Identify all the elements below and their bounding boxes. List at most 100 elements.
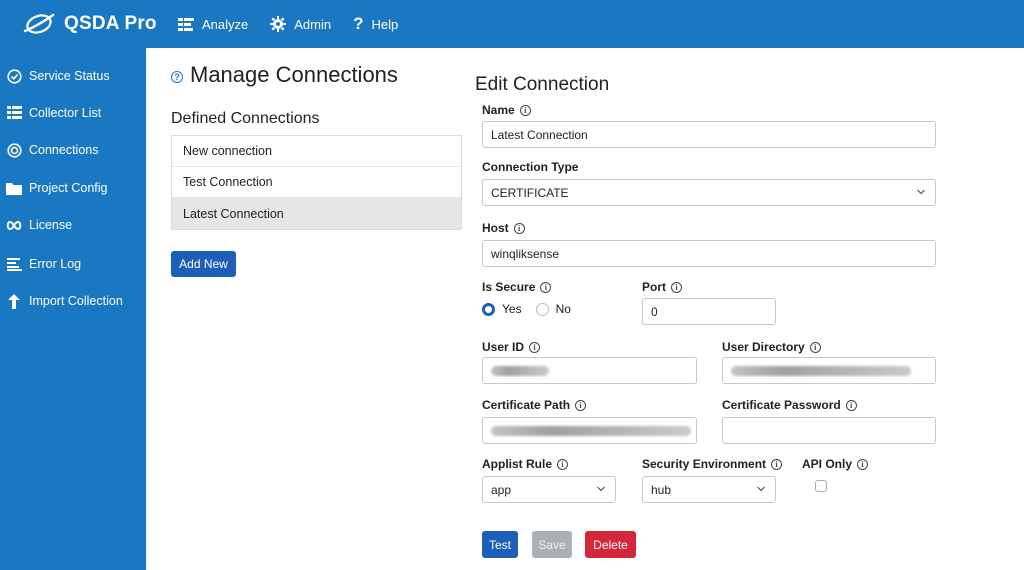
security-environment-label: Security Environment i	[642, 457, 783, 471]
user-directory-input[interactable]	[722, 357, 936, 384]
page-title-text: Manage Connections	[190, 62, 398, 87]
is-secure-label: Is Secure i	[482, 280, 552, 294]
connection-type-label: Connection Type	[482, 160, 578, 174]
save-button[interactable]: Save	[532, 531, 572, 558]
info-icon[interactable]: i	[845, 399, 857, 411]
is-secure-radio-group: Yes No	[482, 302, 585, 316]
info-icon[interactable]: i	[575, 399, 587, 411]
gear-icon	[270, 16, 287, 32]
connection-list: New connection Test Connection Latest Co…	[171, 135, 462, 230]
nav-help-label: Help	[371, 16, 399, 32]
secure-no-label[interactable]: No	[556, 302, 571, 316]
status-icon	[6, 68, 22, 84]
applist-rule-label: Applist Rule i	[482, 457, 569, 471]
info-icon[interactable]: i	[540, 281, 552, 293]
applist-rule-select[interactable]: app	[482, 476, 616, 503]
redacted-value	[731, 365, 911, 376]
arrow-up-icon	[6, 293, 22, 309]
list-icon	[6, 105, 22, 121]
help-icon[interactable]: ?	[171, 71, 183, 83]
info-icon[interactable]: i	[671, 281, 682, 293]
folder-icon	[6, 180, 22, 196]
api-only-checkbox[interactable]	[815, 480, 827, 492]
chevron-down-icon	[917, 189, 925, 195]
redacted-value	[491, 365, 549, 376]
user-directory-label-text: User Directory	[722, 340, 805, 354]
sidebar-item-label: Service Status	[29, 69, 110, 83]
security-environment-value: hub	[651, 482, 672, 497]
sidebar-item-collector-list[interactable]: Collector List	[6, 105, 101, 121]
certificate-path-label-text: Certificate Path	[482, 398, 571, 412]
info-icon[interactable]: i	[513, 222, 525, 234]
list-item-selected[interactable]: Latest Connection	[172, 198, 461, 229]
port-label: Port i	[642, 280, 682, 294]
is-secure-label-text: Is Secure	[482, 280, 536, 294]
sidebar-item-label: License	[29, 218, 73, 232]
port-label-text: Port	[642, 280, 666, 294]
list-item[interactable]: New connection	[172, 136, 461, 167]
name-label-text: Name	[482, 103, 515, 117]
sidebar-item-label: Collector List	[29, 106, 102, 120]
list-item[interactable]: Test Connection	[172, 167, 461, 198]
sidebar-item-license[interactable]: License	[6, 217, 72, 233]
certificate-password-label-text: Certificate Password	[722, 398, 841, 412]
connection-type-label-text: Connection Type	[482, 160, 579, 174]
nav-admin[interactable]: Admin	[270, 14, 331, 34]
host-label-text: Host	[482, 221, 509, 235]
nav-help[interactable]: ? Help	[353, 14, 398, 34]
secure-no-radio[interactable]	[535, 302, 549, 316]
applist-rule-label-text: Applist Rule	[482, 457, 553, 471]
info-icon[interactable]: i	[857, 458, 869, 470]
log-icon	[6, 256, 22, 272]
redacted-value	[491, 425, 691, 436]
test-button[interactable]: Test	[482, 531, 518, 558]
certificate-path-input[interactable]	[482, 417, 697, 444]
security-environment-select[interactable]: hub	[642, 476, 776, 503]
certificate-password-input[interactable]	[722, 417, 936, 444]
api-only-label-text: API Only	[802, 457, 853, 471]
sidebar-item-label: Project Config	[29, 181, 108, 195]
chevron-down-icon	[597, 486, 605, 492]
info-icon[interactable]: i	[519, 104, 531, 116]
nav-admin-label: Admin	[294, 16, 332, 32]
certificate-password-label: Certificate Password i	[722, 398, 857, 412]
sidebar-item-import-collection[interactable]: Import Collection	[6, 293, 123, 309]
sidebar-item-service-status[interactable]: Service Status	[6, 68, 110, 84]
nav-analyze-label: Analyze	[202, 16, 249, 32]
add-new-button[interactable]: Add New	[171, 251, 236, 277]
user-id-label: User ID i	[482, 340, 541, 354]
host-input[interactable]: winqliksense	[482, 240, 936, 267]
sidebar-item-label: Import Collection	[29, 294, 123, 308]
connection-type-select[interactable]: CERTIFICATE	[482, 179, 936, 206]
sidebar-item-error-log[interactable]: Error Log	[6, 256, 81, 272]
applist-rule-value: app	[491, 482, 512, 497]
secure-yes-label[interactable]: Yes	[502, 302, 522, 316]
secure-yes-radio[interactable]	[482, 302, 495, 316]
info-icon[interactable]: i	[529, 341, 541, 353]
host-label: Host i	[482, 221, 525, 235]
sidebar-item-project-config[interactable]: Project Config	[6, 180, 108, 196]
brand[interactable]: QSDA Pro	[22, 8, 157, 40]
connection-type-value: CERTIFICATE	[491, 185, 569, 200]
security-environment-label-text: Security Environment	[642, 457, 767, 471]
name-input[interactable]: Latest Connection	[482, 121, 936, 148]
analyze-icon	[178, 17, 194, 31]
sidebar: Service Status Collector List Connection…	[0, 48, 146, 570]
logo-icon	[23, 13, 55, 34]
info-icon[interactable]: i	[557, 458, 569, 470]
info-icon[interactable]: i	[809, 341, 821, 353]
nav-analyze[interactable]: Analyze	[178, 14, 248, 34]
user-id-label-text: User ID	[482, 340, 525, 354]
delete-button[interactable]: Delete	[585, 531, 636, 558]
user-directory-label: User Directory i	[722, 340, 821, 354]
edit-connection-title: Edit Connection	[475, 74, 610, 95]
user-id-input[interactable]	[482, 357, 697, 384]
chevron-down-icon	[757, 486, 765, 492]
infinity-icon	[6, 217, 22, 233]
port-input[interactable]: 0	[642, 298, 776, 325]
top-nav: Analyze Admin ? Help	[178, 14, 420, 34]
info-icon[interactable]: i	[771, 458, 783, 470]
sidebar-item-connections[interactable]: Connections	[6, 142, 99, 158]
page-title: ? Manage Connections	[171, 62, 398, 88]
name-label: Name i	[482, 103, 531, 117]
